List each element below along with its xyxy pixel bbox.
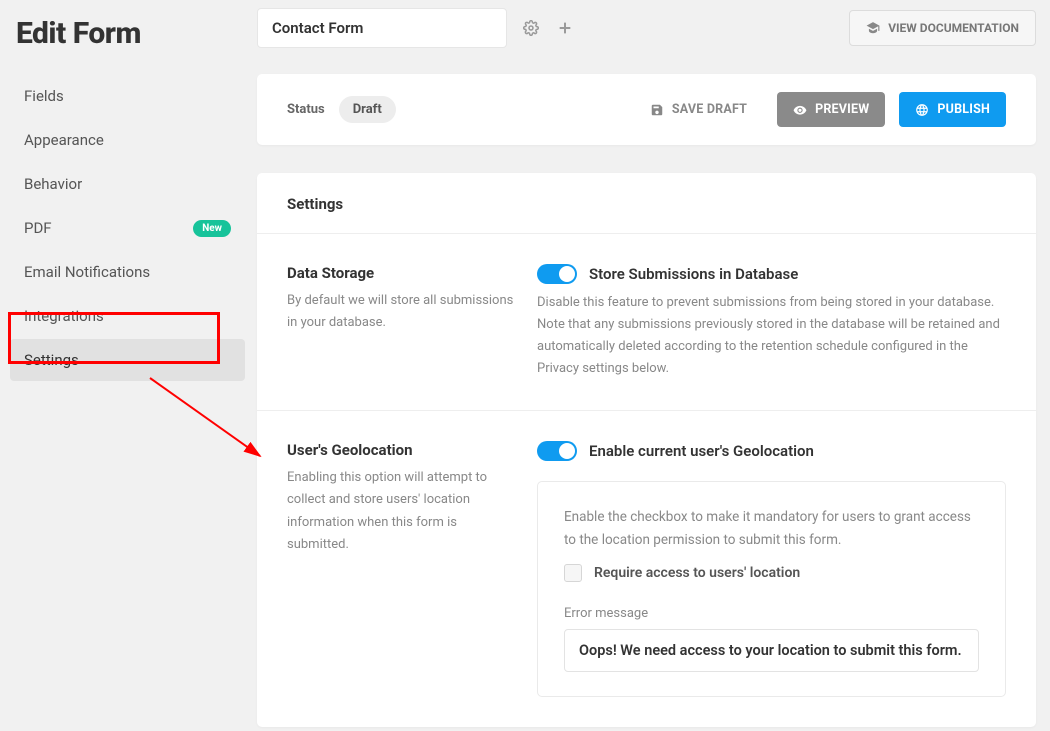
sidebar-item-label: Appearance [24,131,104,149]
sidebar-item-behavior[interactable]: Behavior [10,163,245,205]
store-submissions-toggle[interactable] [537,264,577,284]
geolocation-label: Enable current user's Geolocation [589,442,814,460]
view-documentation-label: VIEW DOCUMENTATION [888,21,1019,35]
require-location-checkbox[interactable] [564,564,582,582]
sidebar-item-settings[interactable]: Settings [10,339,245,381]
geolocation-toggle[interactable] [537,441,577,461]
save-icon [650,103,664,117]
geolocation-title: User's Geolocation [287,441,517,459]
sidebar-item-label: Email Notifications [24,263,150,281]
require-location-label: Require access to users' location [594,565,800,581]
save-draft-label: SAVE DRAFT [672,102,747,117]
view-documentation-button[interactable]: VIEW DOCUMENTATION [849,10,1036,46]
data-storage-description: By default we will store all submissions… [287,290,517,334]
sidebar-item-label: Fields [24,87,64,105]
save-draft-button[interactable]: SAVE DRAFT [634,92,763,127]
sidebar-item-label: Settings [24,351,79,369]
publish-button[interactable]: PUBLISH [899,92,1006,127]
new-badge: New [193,220,231,237]
store-submissions-description: Disable this feature to prevent submissi… [537,292,1006,380]
globe-icon [915,103,929,117]
store-submissions-label: Store Submissions in Database [589,265,798,283]
sidebar-item-fields[interactable]: Fields [10,75,245,117]
preview-label: PREVIEW [815,102,869,117]
plus-icon[interactable] [555,18,575,38]
settings-header: Settings [257,173,1036,233]
preview-button[interactable]: PREVIEW [777,92,885,127]
geolocation-description: Enabling this option will attempt to col… [287,467,517,555]
data-storage-title: Data Storage [287,264,517,282]
sidebar-item-integrations[interactable]: Integrations [10,295,245,337]
publish-label: PUBLISH [937,102,990,117]
page-title: Edit Form [10,10,245,75]
eye-icon [793,103,807,117]
sidebar-item-appearance[interactable]: Appearance [10,119,245,161]
error-message-label: Error message [564,606,979,621]
sidebar-item-pdf[interactable]: PDF New [10,207,245,249]
sidebar-item-label: PDF [24,219,52,237]
form-name-input[interactable] [257,8,507,48]
graduation-cap-icon [866,21,880,35]
gear-icon[interactable] [521,18,541,38]
sidebar-item-label: Integrations [24,307,104,325]
sidebar-item-email-notifications[interactable]: Email Notifications [10,251,245,293]
sidebar-item-label: Behavior [24,175,82,193]
status-badge: Draft [339,96,396,123]
status-label: Status [287,102,325,117]
error-message-input[interactable] [564,629,979,672]
geolocation-panel-description: Enable the checkbox to make it mandatory… [564,506,979,552]
